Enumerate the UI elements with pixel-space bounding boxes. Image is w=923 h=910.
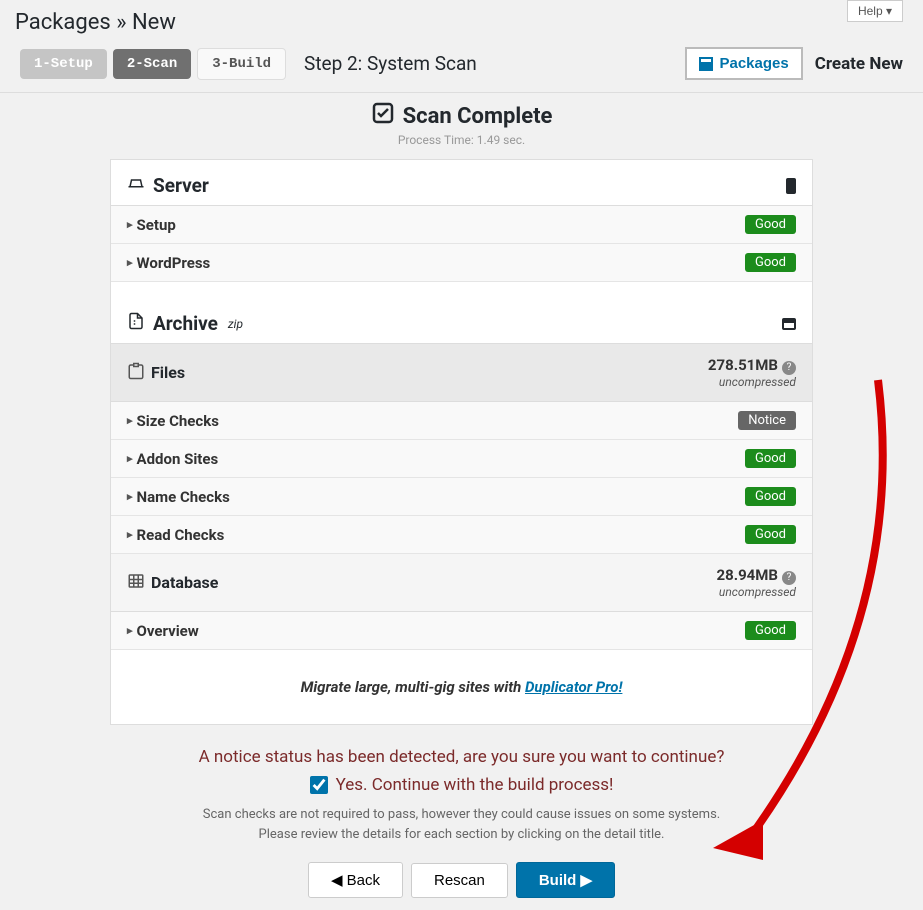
files-size: 278.51MB xyxy=(708,356,778,374)
badge-size-checks: Notice xyxy=(738,411,796,430)
caret-icon: ▸ xyxy=(127,528,133,541)
back-label: Back xyxy=(347,872,380,889)
files-size-label: uncompressed xyxy=(719,375,796,389)
archive-section-header: Archive zip xyxy=(111,298,812,344)
process-time: Process Time: 1.49 sec. xyxy=(0,133,923,147)
database-size-label: uncompressed xyxy=(719,585,796,599)
migrate-text: Migrate large, multi-gig sites with xyxy=(301,678,525,696)
migrate-message: Migrate large, multi-gig sites with Dupl… xyxy=(111,650,812,724)
row-addon-sites[interactable]: ▸ Addon Sites Good xyxy=(111,440,812,478)
help-icon[interactable]: ? xyxy=(782,571,796,585)
database-icon xyxy=(127,572,145,594)
caret-icon: ▸ xyxy=(127,218,133,231)
packages-label: Packages xyxy=(719,55,788,72)
rescan-button[interactable]: Rescan xyxy=(411,863,508,898)
badge-setup: Good xyxy=(745,215,796,234)
setup-label: Setup xyxy=(137,216,176,234)
help-icon[interactable]: ? xyxy=(782,361,796,375)
duplicator-pro-link[interactable]: Duplicator Pro! xyxy=(525,678,622,696)
confirm-row[interactable]: Yes. Continue with the build process! xyxy=(110,775,813,795)
name-checks-label: Name Checks xyxy=(137,488,230,506)
back-button[interactable]: ◀ Back xyxy=(308,862,403,898)
packages-button[interactable]: Packages xyxy=(685,47,802,80)
badge-wordpress: Good xyxy=(745,253,796,272)
notice-text: A notice status has been detected, are y… xyxy=(110,747,813,767)
archive-suffix: zip xyxy=(228,317,243,331)
server-title: Server xyxy=(153,174,209,197)
help-button[interactable]: Help ▾ xyxy=(847,0,903,22)
archive-icon xyxy=(127,312,145,335)
wordpress-label: WordPress xyxy=(137,254,211,272)
database-title: Database xyxy=(151,573,218,592)
caret-icon: ▸ xyxy=(127,256,133,269)
confirm-label: Yes. Continue with the build process! xyxy=(336,775,614,795)
row-overview[interactable]: ▸ Overview Good xyxy=(111,612,812,650)
row-read-checks[interactable]: ▸ Read Checks Good xyxy=(111,516,812,554)
breadcrumb: Packages » New xyxy=(15,10,908,35)
caret-icon: ▸ xyxy=(127,414,133,427)
button-row: ◀ Back Rescan Build ▶ xyxy=(0,862,923,898)
row-name-checks[interactable]: ▸ Name Checks Good xyxy=(111,478,812,516)
build-label: Build xyxy=(539,872,577,889)
caret-icon: ▸ xyxy=(127,624,133,637)
confirm-checkbox[interactable] xyxy=(310,776,328,794)
database-size: 28.94MB xyxy=(717,566,778,584)
wizard-step-2[interactable]: 2-Scan xyxy=(113,49,191,79)
archive-title: Archive xyxy=(153,312,218,335)
badge-addon-sites: Good xyxy=(745,449,796,468)
size-checks-label: Size Checks xyxy=(137,412,219,430)
notice-area: A notice status has been detected, are y… xyxy=(110,747,813,844)
server-status-icon xyxy=(786,178,796,194)
wizard-bar: 1-Setup 2-Scan 3-Build Step 2: System Sc… xyxy=(0,35,923,93)
badge-overview: Good xyxy=(745,621,796,640)
check-icon xyxy=(371,101,395,131)
read-checks-label: Read Checks xyxy=(137,526,225,544)
files-title: Files xyxy=(151,363,185,382)
files-subheader: Files 278.51MB? uncompressed xyxy=(111,344,812,402)
packages-icon xyxy=(699,57,713,71)
scan-title: Scan Complete xyxy=(403,104,553,129)
server-section-header: Server xyxy=(111,160,812,206)
caret-icon: ▸ xyxy=(127,452,133,465)
database-subheader: Database 28.94MB? uncompressed xyxy=(111,554,812,612)
wizard-step-1[interactable]: 1-Setup xyxy=(20,49,107,79)
overview-label: Overview xyxy=(137,622,199,640)
caret-icon: ▸ xyxy=(127,490,133,503)
scan-complete-header: Scan Complete Process Time: 1.49 sec. xyxy=(0,101,923,147)
build-button[interactable]: Build ▶ xyxy=(516,862,615,898)
scan-card: Server ▸ Setup Good ▸ WordPress Good Archi… xyxy=(110,159,813,725)
badge-read-checks: Good xyxy=(745,525,796,544)
help-label: Help xyxy=(858,4,883,18)
hint-1: Scan checks are not required to pass, ho… xyxy=(110,805,813,825)
row-setup[interactable]: ▸ Setup Good xyxy=(111,206,812,244)
row-size-checks[interactable]: ▸ Size Checks Notice xyxy=(111,402,812,440)
hint-2: Please review the details for each secti… xyxy=(110,825,813,845)
files-icon xyxy=(127,362,145,384)
row-wordpress[interactable]: ▸ WordPress Good xyxy=(111,244,812,282)
step-title: Step 2: System Scan xyxy=(304,52,685,75)
server-icon xyxy=(127,174,145,197)
badge-name-checks: Good xyxy=(745,487,796,506)
window-icon xyxy=(782,318,796,330)
create-new-link[interactable]: Create New xyxy=(815,54,903,74)
wizard-step-3[interactable]: 3-Build xyxy=(197,48,286,80)
addon-sites-label: Addon Sites xyxy=(137,450,219,468)
